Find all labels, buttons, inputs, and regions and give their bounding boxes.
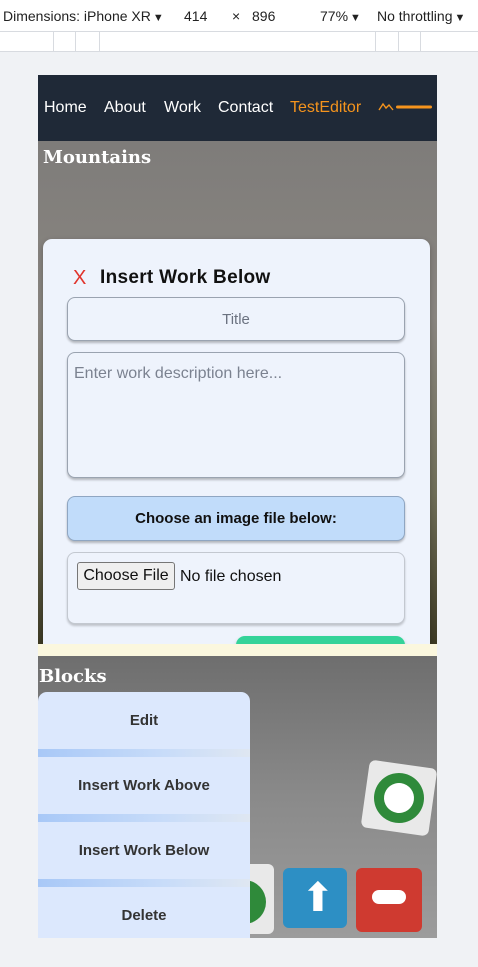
file-input-box: Choose File No file chosen (67, 552, 405, 624)
device-selector-label: Dimensions: iPhone XR (3, 8, 151, 24)
device-viewport: Home About Work Contact TestEditor Mount… (38, 75, 437, 938)
devtools-device-toolbar: Dimensions: iPhone XR ▼ 414 × 896 77% ▼ No… (0, 0, 478, 32)
dial-center (382, 781, 416, 815)
block-actions-menu: Edit Insert Work Above Insert Work Below… (38, 692, 250, 938)
switch-shape (372, 890, 406, 904)
blocks-section: Blocks ⬆ Edit Insert Work Above Insert W… (38, 656, 437, 938)
arrow-up-icon: ⬆ (301, 876, 335, 920)
choose-file-button[interactable]: Choose File (77, 562, 175, 590)
title-input[interactable] (67, 297, 405, 341)
zoom-label: 77% (320, 8, 349, 24)
insert-work-modal: X Insert Work Below Choose an image file… (43, 239, 430, 702)
modal-heading: Insert Work Below (100, 267, 271, 288)
ruler-tick (398, 32, 399, 52)
chevron-down-icon: ▼ (454, 12, 466, 24)
nav-link-about[interactable]: About (104, 99, 146, 117)
site-logo[interactable] (378, 101, 434, 113)
nav-link-work[interactable]: Work (164, 99, 201, 117)
height-field[interactable]: 896 (252, 8, 275, 24)
ruler-tick (99, 32, 100, 52)
zoom-selector[interactable]: 77% ▼ (320, 8, 361, 24)
chevron-down-icon: ▼ (152, 12, 164, 24)
switch-block-image (356, 868, 422, 932)
section-divider (38, 644, 437, 656)
nav-link-home[interactable]: Home (44, 99, 87, 117)
nav-link-contact[interactable]: Contact (218, 99, 273, 117)
width-field[interactable]: 414 (184, 8, 207, 24)
menu-item-edit[interactable]: Edit (38, 692, 250, 749)
media-query-ruler (0, 32, 478, 52)
ruler-tick (75, 32, 76, 52)
menu-separator (38, 879, 250, 887)
mountains-section: Mountains X Insert Work Below Choose an … (38, 141, 437, 702)
section-title: Blocks (39, 666, 107, 687)
ruler-tick (53, 32, 54, 52)
ruler-tick (375, 32, 376, 52)
file-status: No file chosen (180, 568, 282, 585)
nav-link-testeditor[interactable]: TestEditor (290, 99, 361, 117)
throttling-label: No throttling (377, 8, 453, 24)
menu-separator (38, 814, 250, 822)
dimension-separator: × (232, 8, 241, 24)
section-title: Mountains (43, 147, 152, 168)
top-navigation: Home About Work Contact TestEditor (38, 75, 437, 141)
dial-shape (370, 769, 428, 827)
menu-item-delete[interactable]: Delete (38, 887, 250, 938)
close-icon[interactable]: X (73, 267, 86, 290)
device-selector[interactable]: Dimensions: iPhone XR ▼ (3, 8, 164, 24)
description-textarea[interactable] (67, 352, 405, 478)
knob-block-image (360, 759, 437, 837)
throttling-selector[interactable]: No throttling ▼ (377, 8, 465, 24)
image-file-label: Choose an image file below: (67, 496, 405, 541)
menu-item-insert-work-below[interactable]: Insert Work Below (38, 822, 250, 879)
arrow-block-image: ⬆ (283, 868, 347, 928)
chevron-down-icon: ▼ (350, 12, 361, 24)
ruler-tick (420, 32, 421, 52)
menu-item-insert-work-above[interactable]: Insert Work Above (38, 757, 250, 814)
menu-separator (38, 749, 250, 757)
